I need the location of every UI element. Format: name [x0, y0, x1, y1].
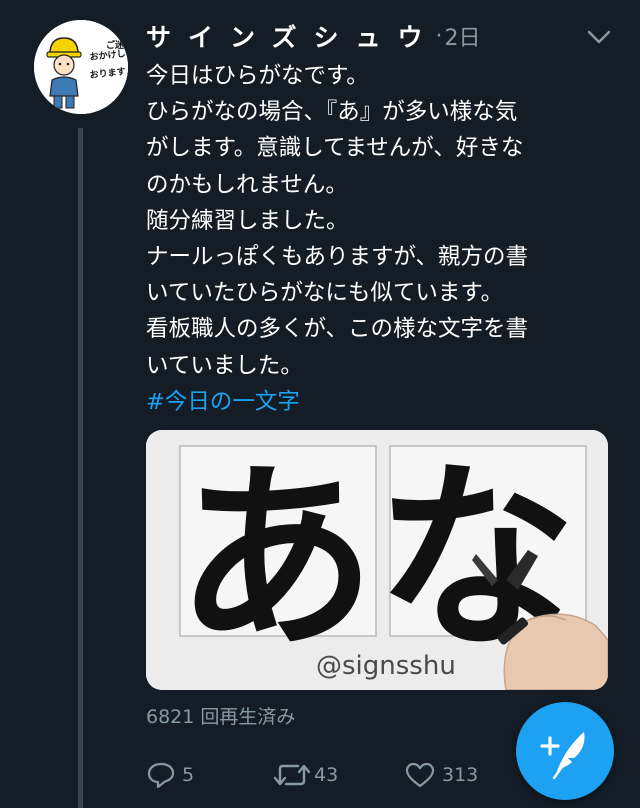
heart-icon	[405, 762, 435, 788]
retweet-button[interactable]: 43	[272, 760, 338, 790]
reply-button[interactable]: 5	[146, 760, 194, 790]
tweet-text-line: 随分練習しました。	[146, 207, 349, 234]
avatar[interactable]: ご迷惑を おかけして おります	[34, 20, 128, 114]
tweet-header: サインズシュウ · 2日	[146, 16, 481, 56]
calligraphy-video-frame: あな @signsshu	[146, 430, 608, 690]
reply-icon	[147, 762, 175, 789]
construction-worker-avatar-image: ご迷惑を おかけして おります	[34, 20, 128, 114]
chevron-down-icon[interactable]	[586, 26, 612, 48]
hashtag-link[interactable]: #今日の一文字	[146, 384, 616, 420]
tweet-detail-screen: ご迷惑を おかけして おります サインズシュウ · 2日 今日はひらがなです。 …	[0, 0, 640, 808]
timestamp[interactable]: 2日	[445, 20, 481, 52]
tweet-text-line: いていたひらがなにも似ています。	[146, 280, 504, 307]
like-button[interactable]: 313	[404, 760, 478, 790]
tweet-text-line: 看板職人の多くが、この様な文字を書	[146, 316, 529, 343]
thread-connector-line	[78, 128, 83, 808]
reply-count: 5	[182, 764, 195, 786]
like-count: 313	[442, 764, 479, 786]
retweet-icon	[273, 764, 311, 786]
tweet-text-line: ひらがなの場合、『あ』が多い様な気	[146, 99, 518, 126]
retweet-count: 43	[314, 764, 339, 786]
tweet-text-line: がします。意識してませんが、好きな	[146, 135, 524, 162]
tweet-text-line: ナールっぽくもありますが、親方の書	[146, 244, 529, 271]
video-player[interactable]: あな @signsshu	[146, 430, 608, 690]
compose-tweet-icon	[540, 732, 585, 780]
view-count: 6821 回再生済み	[146, 706, 296, 728]
video-watermark: @signsshu	[316, 651, 456, 681]
timestamp-separator: ·	[435, 23, 443, 49]
tweet-text-line: 今日はひらがなです。	[146, 63, 369, 89]
tweet-text-line: のかもしれません。	[146, 171, 348, 198]
display-name[interactable]: サインズシュウ	[146, 18, 440, 54]
compose-tweet-button[interactable]	[516, 702, 614, 800]
tweet-text-line: いていました。	[146, 352, 303, 379]
tweet-text: 今日はひらがなです。 ひらがなの場合、『あ』が多い様な気 がします。意識してませ…	[146, 58, 616, 420]
